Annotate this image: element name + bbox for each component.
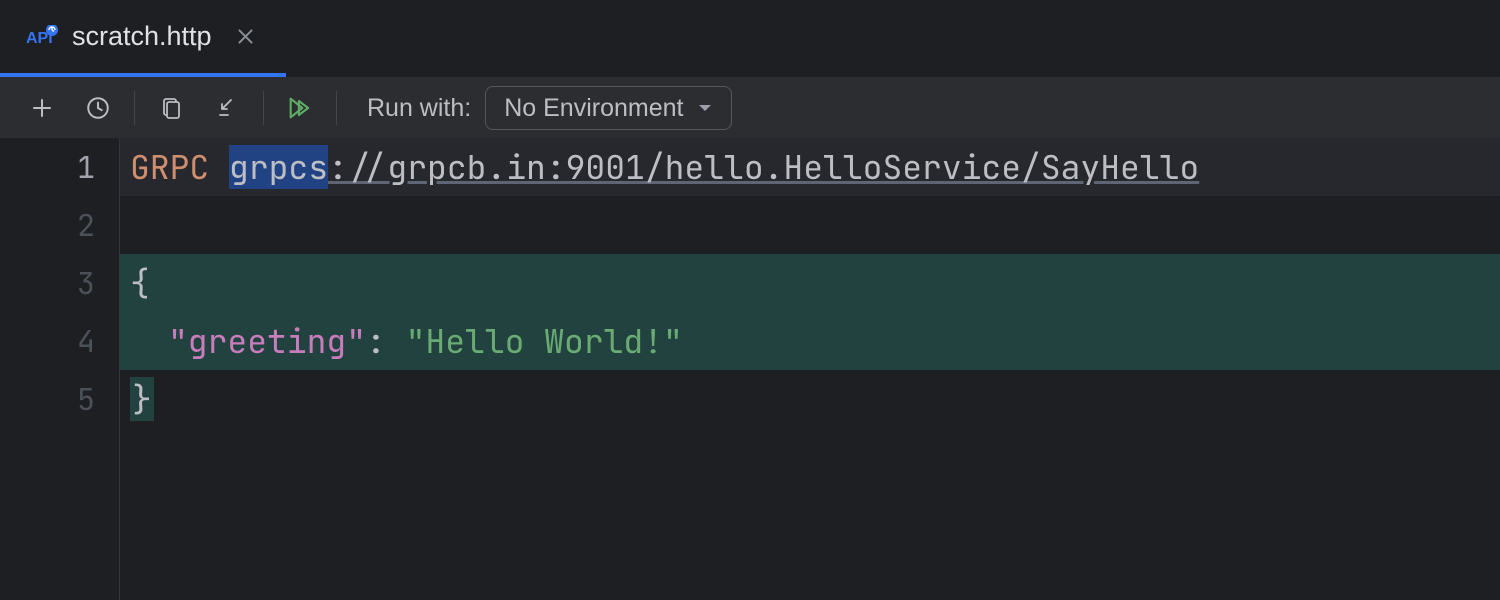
url-scheme-selected: grpcs — [229, 145, 328, 189]
separator — [263, 91, 264, 125]
separator — [134, 91, 135, 125]
line-number: 5 — [0, 370, 119, 428]
json-colon: : — [366, 319, 406, 363]
json-key: "greeting" — [168, 319, 366, 363]
code-line[interactable] — [120, 196, 1500, 254]
code-line[interactable]: "greeting": "Hello World!" — [120, 312, 1500, 370]
separator — [336, 91, 337, 125]
json-brace-open: { — [130, 261, 150, 305]
line-number: 1 — [0, 138, 119, 196]
http-method: GRPC — [130, 145, 209, 189]
code-area[interactable]: GRPC grpcs://grpcb.in:9001/hello.HelloSe… — [120, 138, 1500, 600]
line-number: 3 — [0, 254, 119, 312]
code-line[interactable]: { — [120, 254, 1500, 312]
history-button[interactable] — [76, 86, 120, 130]
code-line[interactable]: GRPC grpcs://grpcb.in:9001/hello.HelloSe… — [120, 138, 1500, 196]
run-all-button[interactable] — [278, 86, 322, 130]
import-button[interactable] — [205, 86, 249, 130]
code-line[interactable]: } — [120, 370, 1500, 428]
editor[interactable]: 1 2 3 4 5 GRPC grpcs://grpcb.in:9001/hel… — [0, 138, 1500, 600]
environment-value: No Environment — [504, 94, 683, 123]
json-brace-close: } — [130, 377, 154, 421]
gutter: 1 2 3 4 5 — [0, 138, 120, 600]
line-number: 4 — [0, 312, 119, 370]
close-icon[interactable] — [232, 23, 260, 51]
url-remainder: ://grpcb.in:9001/hello.HelloService/SayH… — [328, 145, 1199, 189]
http-toolbar: Run with: No Environment — [0, 78, 1500, 138]
line-number: 2 — [0, 196, 119, 254]
examples-button[interactable] — [149, 86, 193, 130]
chevron-down-icon — [697, 102, 713, 114]
environment-select[interactable]: No Environment — [485, 86, 732, 130]
json-value: "Hello World!" — [406, 319, 683, 363]
tab-scratch-http[interactable]: API scratch.http — [0, 0, 286, 77]
tab-title: scratch.http — [72, 21, 212, 52]
api-file-icon: API — [26, 25, 58, 49]
tab-bar: API scratch.http — [0, 0, 1500, 78]
add-request-button[interactable] — [20, 86, 64, 130]
run-with-label: Run with: — [367, 94, 471, 123]
